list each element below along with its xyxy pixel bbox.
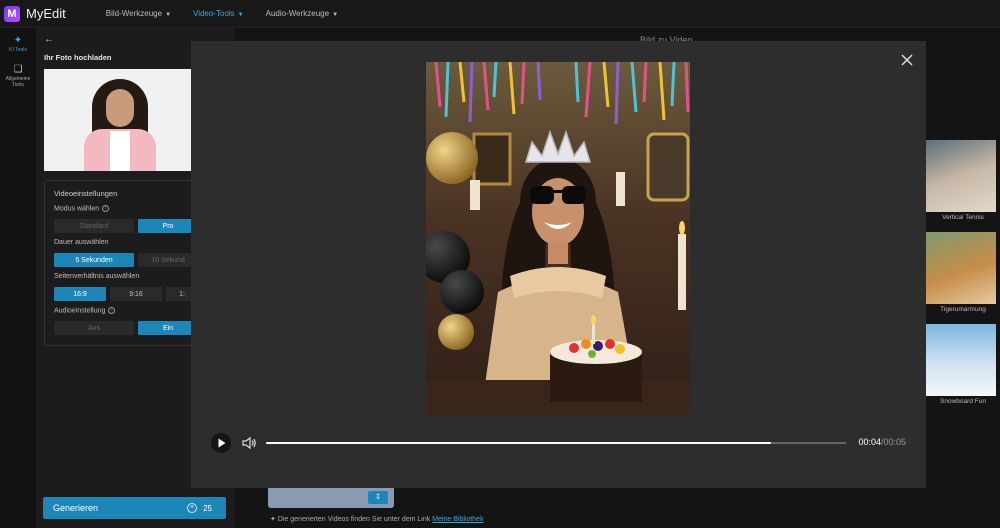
tool-rail: ✦ KI Tools ❏ Allgemeine Tools	[0, 28, 36, 528]
main-nav: Bild-Werkzeuge ▼ Video-Tools ▼ Audio-Werkz…	[106, 9, 338, 18]
sparkle-icon: ✦	[270, 516, 276, 523]
total-time: /00:05	[880, 437, 906, 447]
progress-track[interactable]	[266, 442, 846, 444]
template-label: Snowboard Fun	[940, 398, 986, 405]
chevron-down-icon: ▼	[165, 12, 172, 18]
audio-on-button[interactable]: Ein	[138, 321, 198, 335]
uploaded-photo[interactable]	[44, 69, 194, 171]
app-name: MyEdit	[26, 6, 66, 21]
generate-button[interactable]: Generieren + 25	[43, 497, 226, 519]
volume-icon[interactable]	[241, 435, 257, 451]
duration-label: Dauer auswählen	[54, 239, 109, 246]
credit-icon: +	[187, 503, 198, 513]
current-time: 00:04	[858, 437, 881, 447]
close-icon[interactable]	[900, 53, 914, 67]
play-icon[interactable]	[211, 433, 231, 453]
rail-item-label: Allgemeine Tools	[5, 76, 31, 88]
mode-label: Modus wählen i	[54, 205, 110, 212]
time-display: 00:04/00:05	[858, 437, 906, 447]
template-thumbnail	[926, 324, 996, 396]
top-bar: M MyEdit Bild-Werkzeuge ▼ Video-Tools ▼ Au…	[0, 0, 1000, 28]
template-label: Vertical Tennis	[942, 214, 984, 221]
template-thumbnail	[926, 232, 996, 304]
template-card[interactable]: Snowboard Fun	[926, 324, 1000, 416]
settings-title: Videoeinstellungen	[54, 189, 118, 198]
generated-video-thumbnail[interactable]: ↧	[268, 488, 394, 508]
template-label: Tigerumarmung	[940, 306, 986, 313]
layers-icon: ❏	[13, 64, 23, 75]
template-card[interactable]: Tigerumarmung	[926, 232, 1000, 324]
upload-title: Ihr Foto hochladen	[44, 53, 112, 62]
video-controls: 00:04/00:05	[211, 433, 906, 453]
chevron-down-icon: ▼	[237, 12, 244, 18]
library-footnote: ✦ Die generierten Videos finden Sie unte…	[270, 515, 484, 523]
rail-item-allgemeine-tools[interactable]: ❏ Allgemeine Tools	[0, 60, 36, 92]
audio-off-button[interactable]: Aus	[54, 321, 134, 335]
aspect-9-16-button[interactable]: 9:16	[110, 287, 162, 301]
generate-label: Generieren	[53, 503, 99, 513]
credit-count: 25	[203, 503, 212, 513]
info-icon[interactable]: i	[102, 205, 110, 212]
info-icon[interactable]: i	[108, 307, 116, 314]
template-card[interactable]: Vertical Tennis	[926, 140, 1000, 232]
mode-standard-button[interactable]: Standard	[54, 219, 134, 233]
logo-mark: M	[4, 5, 20, 22]
chevron-down-icon: ▼	[332, 12, 339, 18]
aspect-16-9-button[interactable]: 16:9	[54, 287, 106, 301]
duration-10s-button[interactable]: 10 Sekund	[138, 253, 198, 267]
video-settings-card: Videoeinstellungen Modus wählen i Standar…	[44, 180, 198, 346]
back-arrow-icon[interactable]: ←	[44, 34, 54, 45]
nav-item-audio-werkzeuge[interactable]: Audio-Werkzeuge ▼	[266, 9, 338, 18]
audio-label: Audioeinstellung i	[54, 307, 116, 314]
nav-item-bild-werkzeuge[interactable]: Bild-Werkzeuge ▼	[106, 9, 171, 18]
duration-5s-button[interactable]: 5 Sekunden	[54, 253, 134, 267]
footnote-text: Die generierten Videos finden Sie unter …	[277, 516, 431, 523]
rail-item-label: KI Tools	[9, 47, 27, 53]
logo[interactable]: M MyEdit	[4, 5, 66, 22]
magic-wand-icon: ✦	[13, 35, 23, 46]
video-preview-modal: 00:04/00:05	[191, 41, 926, 488]
nav-item-video-tools[interactable]: Video-Tools ▼	[193, 9, 244, 18]
progress-fill	[266, 442, 771, 444]
download-icon[interactable]: ↧	[368, 491, 388, 504]
aspect-ratio-label: Seitenverhältnis auswählen	[54, 273, 140, 280]
library-link[interactable]: Meine Bibliothek	[432, 516, 483, 523]
video-frame[interactable]	[426, 62, 690, 415]
mode-pro-button[interactable]: Pro	[138, 219, 198, 233]
template-thumbnail	[926, 140, 996, 212]
rail-item-ki-tools[interactable]: ✦ KI Tools	[0, 28, 36, 60]
template-list: Vertical Tennis Tigerumarmung Snowboard …	[926, 140, 1000, 416]
